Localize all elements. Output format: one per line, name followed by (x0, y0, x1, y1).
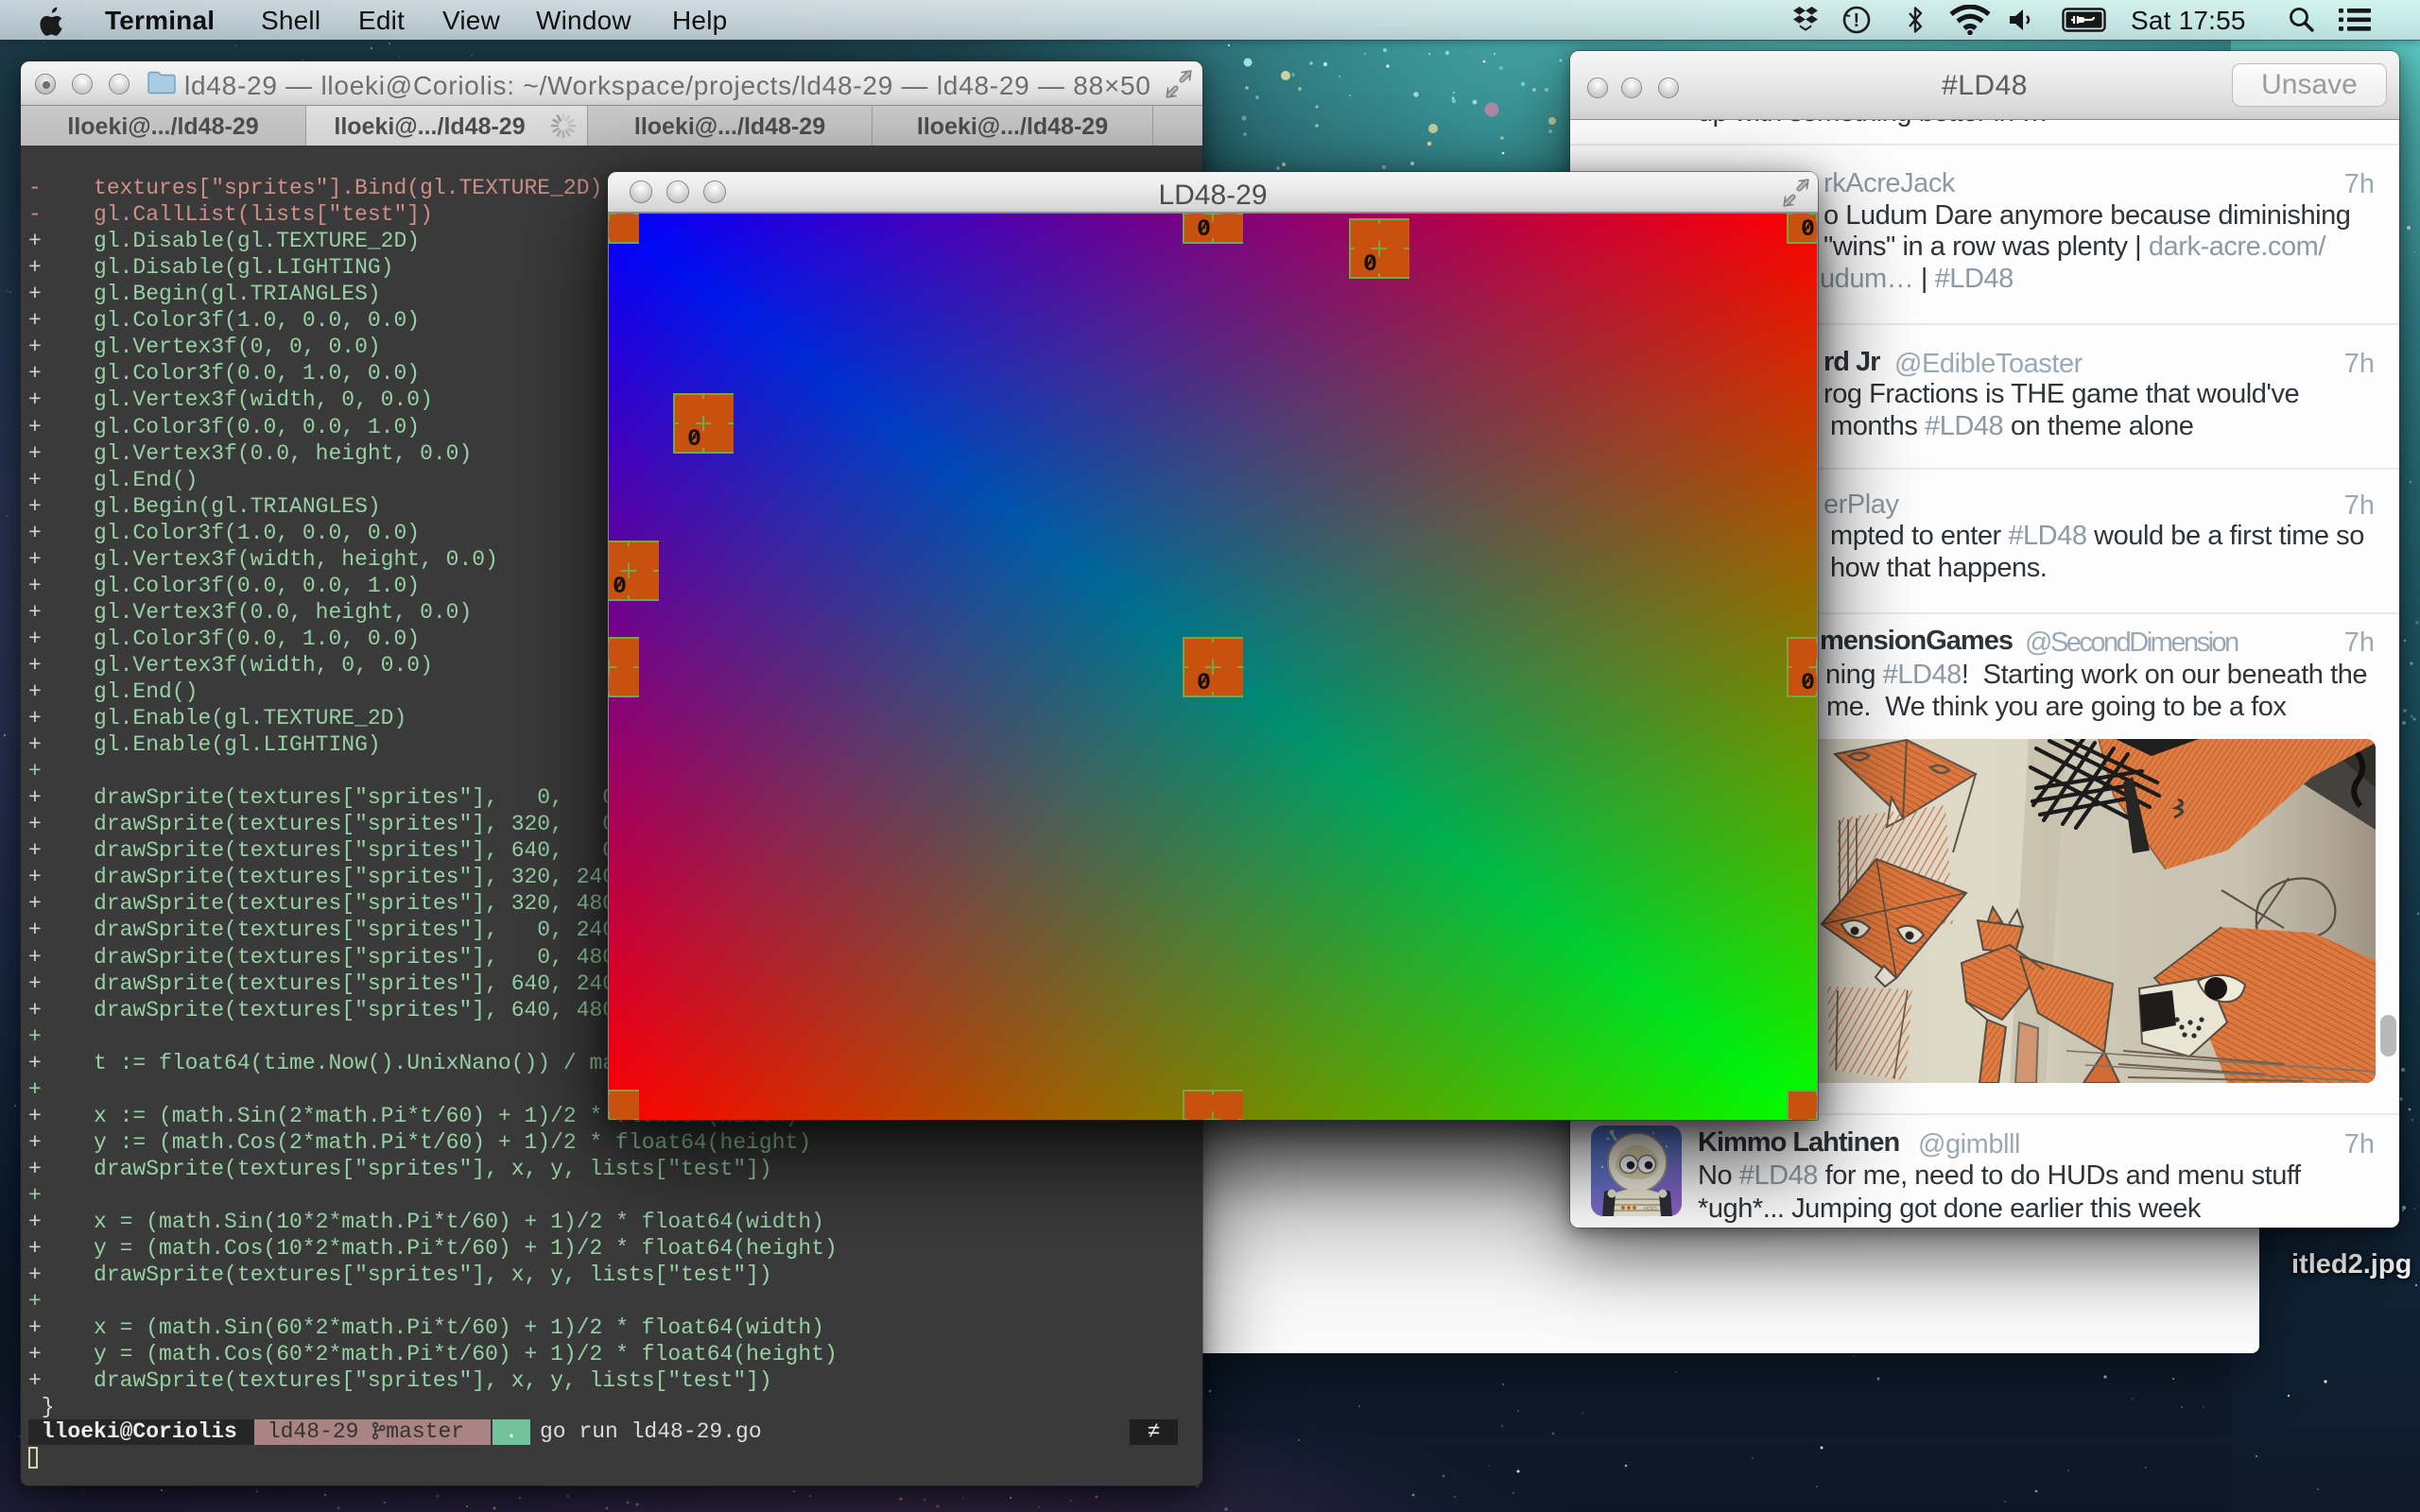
svg-text:0: 0 (1197, 215, 1211, 243)
svg-text:0: 0 (1197, 669, 1211, 696)
svg-text:0: 0 (1801, 669, 1815, 696)
svg-text:0: 0 (613, 573, 627, 600)
svg-text:!: ! (1854, 10, 1860, 31)
svg-text:0: 0 (1801, 215, 1815, 243)
svg-text:HGO: HGO (1644, 1207, 1657, 1212)
svg-text:0: 0 (687, 425, 701, 453)
svg-text:0: 0 (1363, 250, 1377, 278)
